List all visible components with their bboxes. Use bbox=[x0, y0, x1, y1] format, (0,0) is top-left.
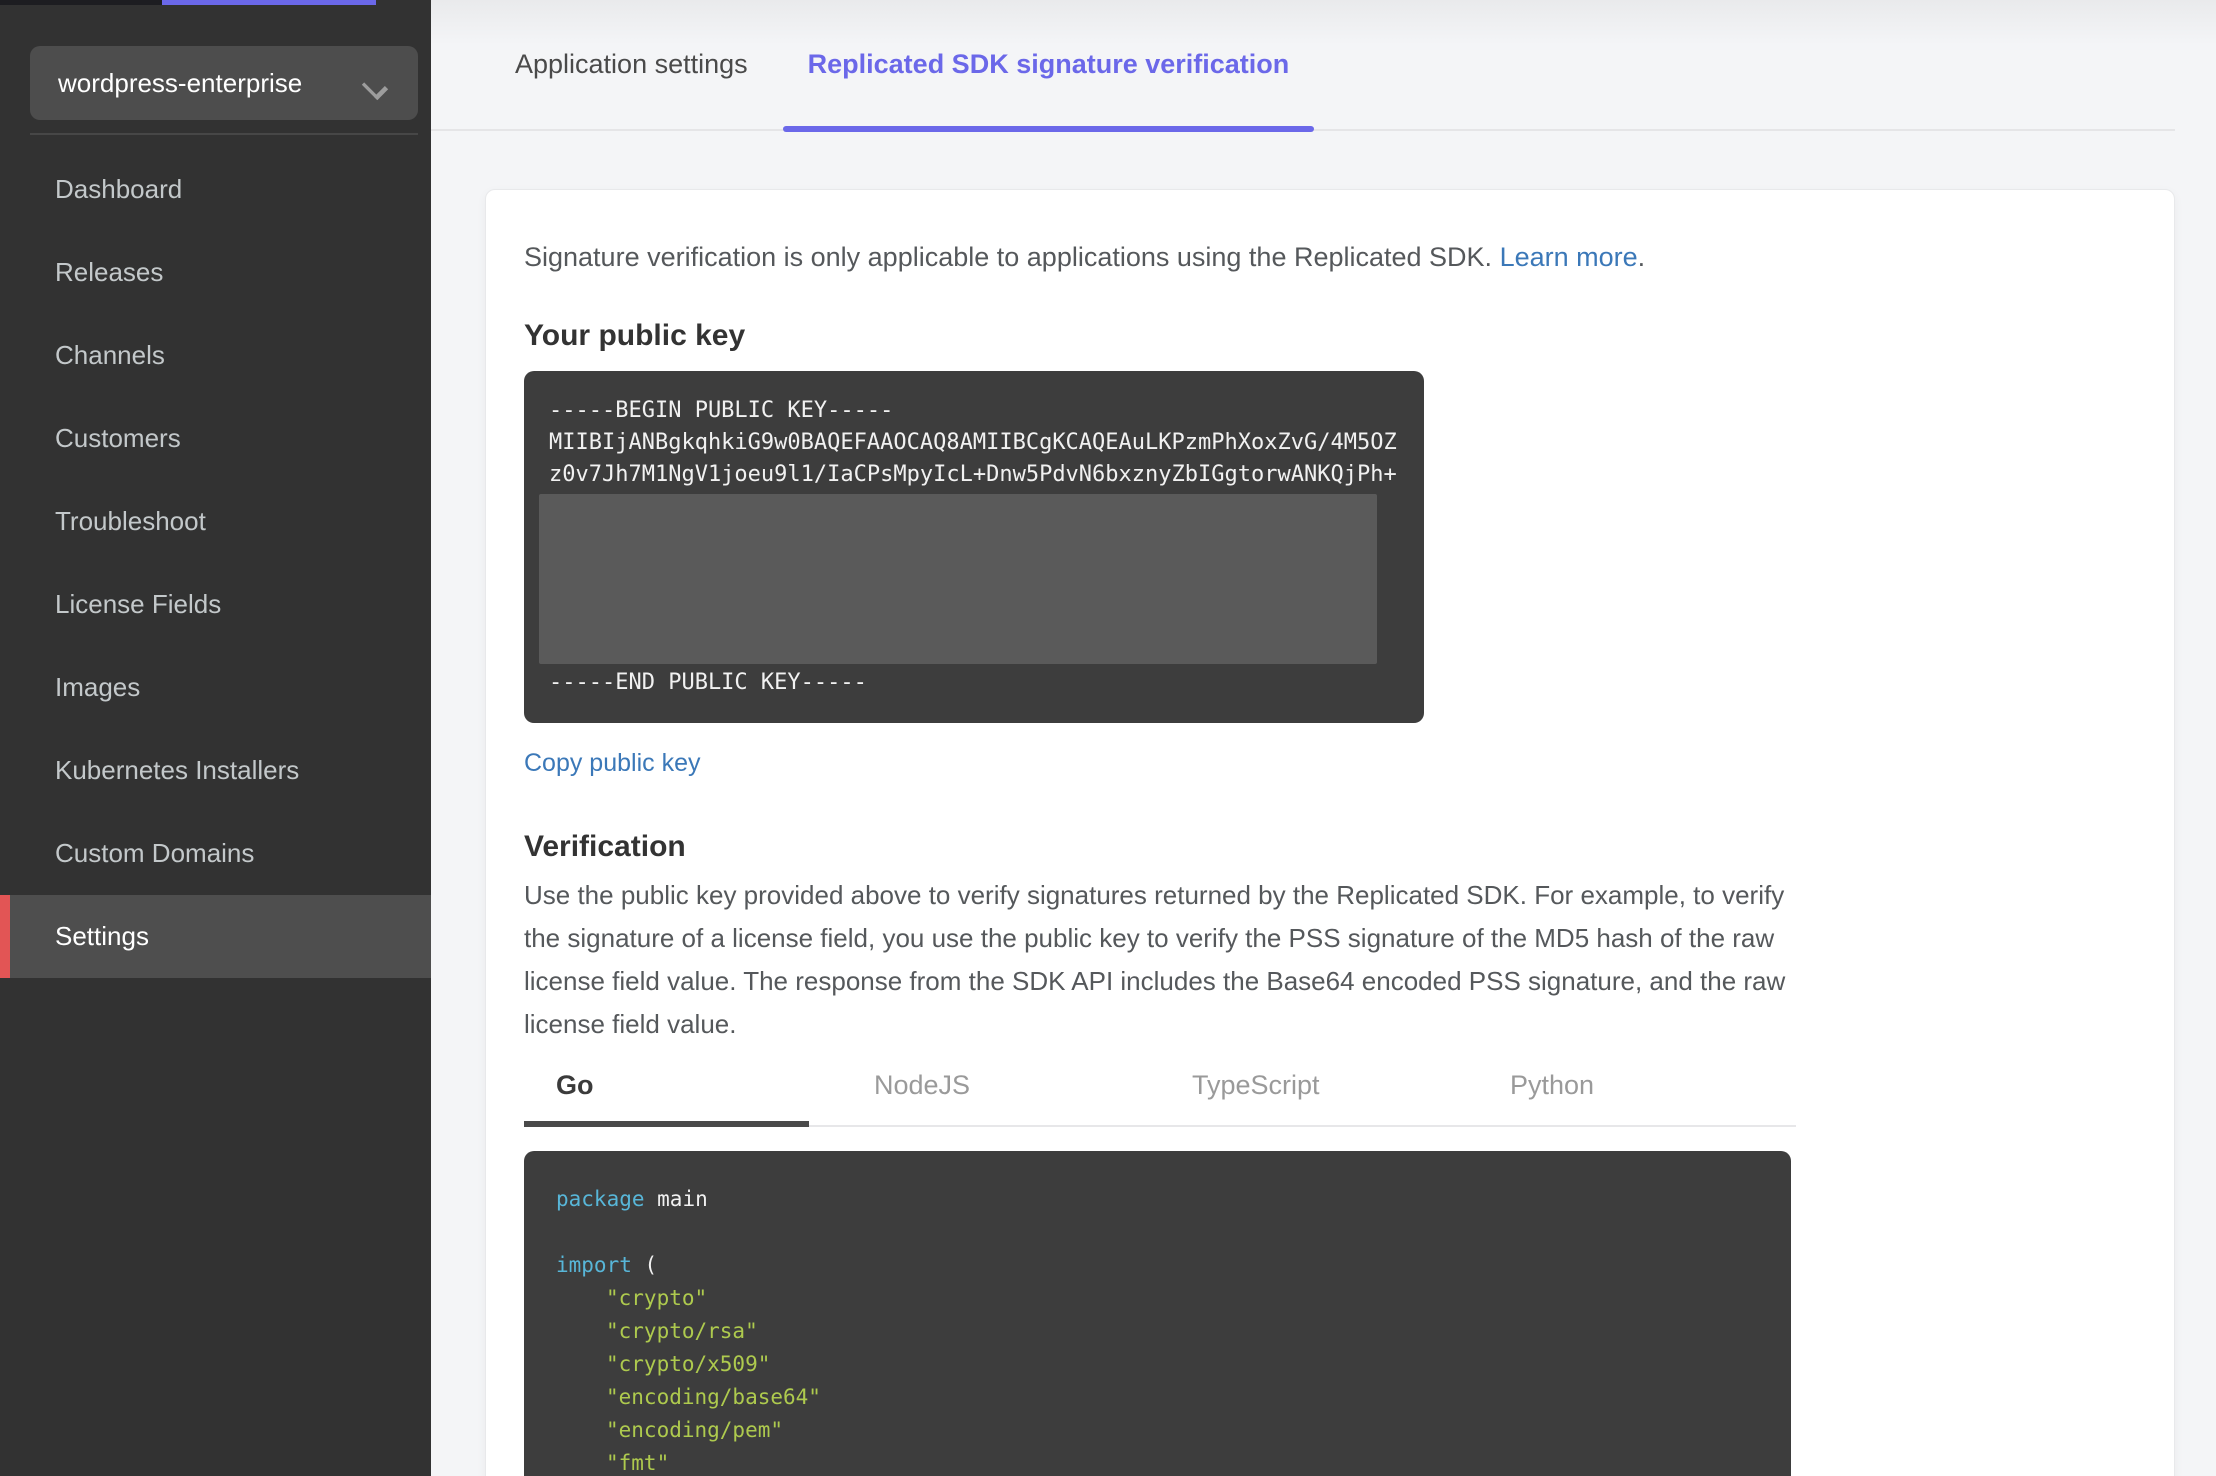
public-key-heading: Your public key bbox=[524, 319, 746, 352]
language-tab-bar: Go NodeJS TypeScript Python bbox=[524, 1064, 1796, 1127]
pubkey-base64-line-2: z0v7Jh7M1NgV1joeu9l1/IaCPsMpyIcL+Dnw5Pdv… bbox=[549, 462, 1397, 487]
top-strip-accent-segment bbox=[162, 0, 376, 5]
intro-text-body: Signature verification is only applicabl… bbox=[524, 242, 1500, 272]
code-line-import: import ( bbox=[556, 1249, 1759, 1282]
go-import-open-paren: ( bbox=[631, 1253, 658, 1277]
code-line-import-fmt: "fmt" bbox=[606, 1451, 670, 1475]
code-line-import-crypto-x509: "crypto/x509" bbox=[606, 1352, 771, 1376]
go-package-name: main bbox=[644, 1187, 708, 1211]
copy-public-key-link[interactable]: Copy public key bbox=[524, 749, 700, 778]
tab-replicated-sdk-signature-verification[interactable]: Replicated SDK signature verification bbox=[782, 0, 1315, 132]
sidebar-item-releases[interactable]: Releases bbox=[0, 231, 431, 314]
top-strip-dark-segment bbox=[0, 0, 162, 5]
pubkey-begin-line: -----BEGIN PUBLIC KEY----- bbox=[549, 398, 894, 423]
verification-description: Use the public key provided above to ver… bbox=[524, 880, 1786, 1039]
app-selector-dropdown[interactable]: wordpress-enterprise bbox=[30, 46, 418, 120]
code-line-import-crypto-rsa: "crypto/rsa" bbox=[606, 1319, 758, 1343]
tab-application-settings[interactable]: Application settings bbox=[515, 0, 748, 129]
intro-text-period: . bbox=[1637, 242, 1646, 272]
sidebar-item-license-fields[interactable]: License Fields bbox=[0, 563, 431, 646]
sidebar-divider bbox=[30, 133, 418, 135]
sidebar-item-custom-domains[interactable]: Custom Domains bbox=[0, 812, 431, 895]
pubkey-redacted-area bbox=[539, 494, 1377, 664]
sidebar-nav: Dashboard Releases Channels Customers Tr… bbox=[0, 148, 431, 978]
pubkey-base64-line-1: MIIBIjANBgkqhkiG9w0BAQEFAAOCAQ8AMIIBCgKC… bbox=[549, 430, 1397, 455]
sidebar-item-settings[interactable]: Settings bbox=[0, 895, 431, 978]
code-line-import-encoding-pem: "encoding/pem" bbox=[606, 1418, 784, 1442]
code-line-package: package main bbox=[556, 1183, 1759, 1216]
verification-heading: Verification bbox=[524, 830, 686, 863]
app-selector-value: wordpress-enterprise bbox=[58, 67, 303, 98]
lang-tab-nodejs[interactable]: NodeJS bbox=[842, 1064, 1160, 1125]
public-key-code-block: -----BEGIN PUBLIC KEY----- MIIBIjANBgkqh… bbox=[524, 371, 1424, 723]
sidebar-item-dashboard[interactable]: Dashboard bbox=[0, 148, 431, 231]
settings-tab-bar: Application settings Replicated SDK sign… bbox=[431, 0, 2175, 132]
sidebar-item-kubernetes-installers[interactable]: Kubernetes Installers bbox=[0, 729, 431, 812]
sidebar-item-troubleshoot[interactable]: Troubleshoot bbox=[0, 480, 431, 563]
go-code-block: package main import ( "crypto" "crypto/r… bbox=[524, 1151, 1791, 1476]
code-line-import-encoding-base64: "encoding/base64" bbox=[606, 1385, 821, 1409]
app-window: wordpress-enterprise Dashboard Releases … bbox=[0, 0, 2216, 1476]
pubkey-end-line: -----END PUBLIC KEY----- bbox=[549, 670, 867, 695]
chevron-down-icon bbox=[358, 73, 392, 93]
lang-tab-python[interactable]: Python bbox=[1478, 1064, 1796, 1125]
sidebar-item-customers[interactable]: Customers bbox=[0, 397, 431, 480]
main-area: Application settings Replicated SDK sign… bbox=[431, 0, 2216, 1476]
intro-text: Signature verification is only applicabl… bbox=[524, 237, 2136, 277]
sidebar-item-channels[interactable]: Channels bbox=[0, 314, 431, 397]
go-keyword-import: import bbox=[556, 1253, 632, 1277]
learn-more-link[interactable]: Learn more bbox=[1500, 242, 1638, 272]
lang-tab-typescript[interactable]: TypeScript bbox=[1160, 1064, 1478, 1125]
code-line-import-crypto: "crypto" bbox=[606, 1286, 708, 1310]
lang-tab-go[interactable]: Go bbox=[524, 1064, 842, 1127]
top-accent-strip bbox=[0, 0, 431, 5]
signature-verification-card: Signature verification is only applicabl… bbox=[485, 189, 2175, 1476]
sidebar-item-images[interactable]: Images bbox=[0, 646, 431, 729]
go-keyword-package: package bbox=[556, 1187, 645, 1211]
sidebar: wordpress-enterprise Dashboard Releases … bbox=[0, 0, 431, 1476]
